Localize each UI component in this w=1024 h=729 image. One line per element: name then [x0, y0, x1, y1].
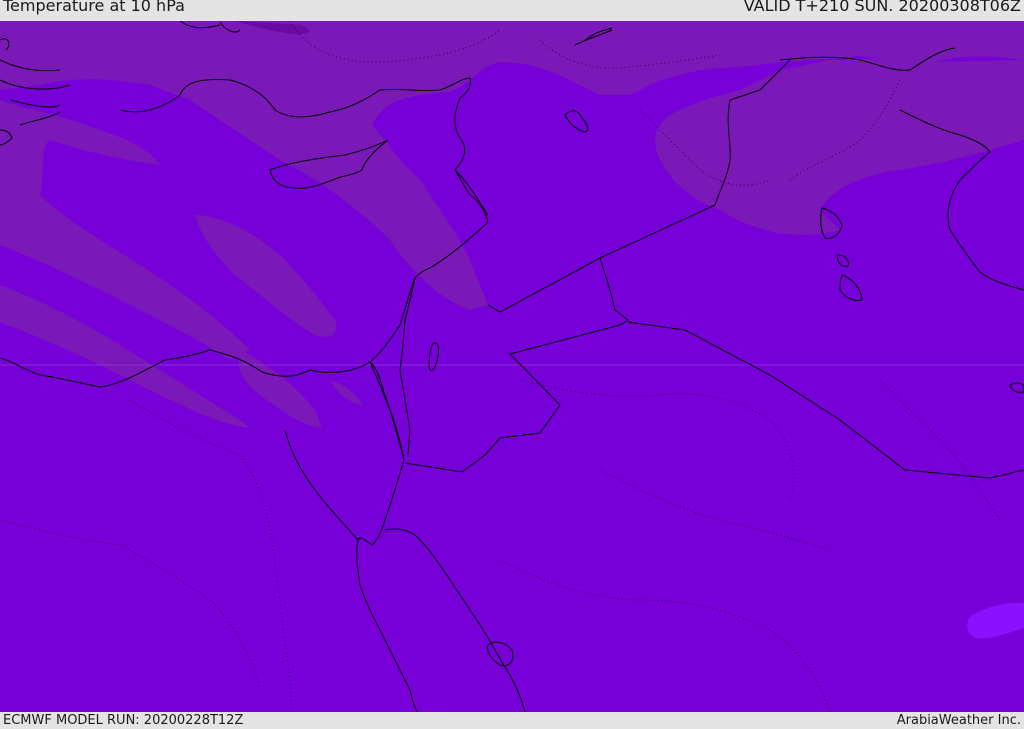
valid-time-label: VALID T+210 SUN. 20200308T06Z	[743, 0, 1021, 15]
credit-label: ArabiaWeather Inc.	[896, 713, 1021, 728]
map-canvas	[0, 21, 1024, 712]
header-bar: Temperature at 10 hPa VALID T+210 SUN. 2…	[0, 0, 1024, 21]
footer-bar: ECMWF MODEL RUN: 20200228T12Z ArabiaWeat…	[0, 712, 1024, 729]
map-title: Temperature at 10 hPa	[3, 0, 185, 15]
weather-map[interactable]	[0, 21, 1024, 712]
model-run-label: ECMWF MODEL RUN: 20200228T12Z	[3, 713, 244, 728]
